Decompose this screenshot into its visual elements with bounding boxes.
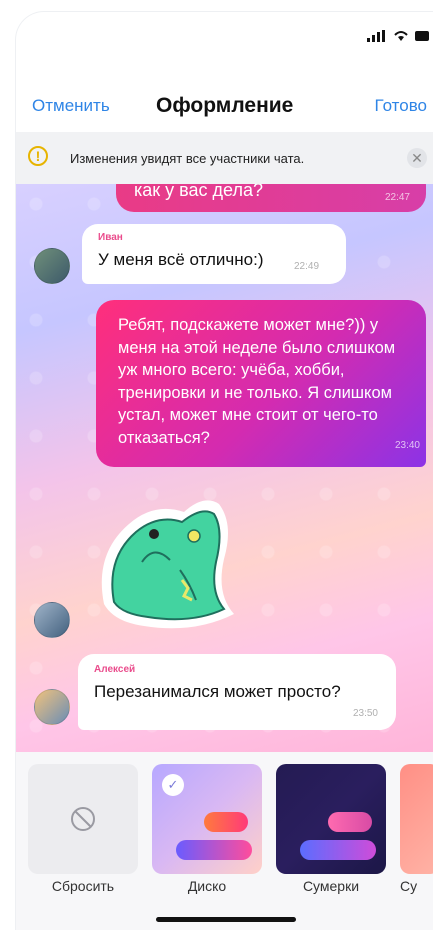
message-bubble-outgoing: Ребят, подскажете может мне?)) у меня на…: [96, 300, 426, 467]
message-bubble-incoming: Иван У меня всё отлично:) 22:49: [82, 224, 346, 284]
message-time: 23:40: [394, 440, 420, 451]
message-text: Перезанимался может просто?: [94, 682, 341, 701]
theme-label-next: Су: [400, 878, 418, 894]
prohibited-icon: [71, 807, 95, 831]
message-time: 23:50: [352, 708, 378, 719]
chat-preview: как у вас дела? 22:47 Иван У меня всё от…: [16, 184, 433, 752]
avatar: [34, 602, 70, 638]
message-bubble-incoming: Алексей Перезанимался может просто? 23:5…: [78, 654, 396, 730]
phone-screen: Отменить Оформление Готово ! Изменения у…: [16, 12, 433, 930]
theme-picker: Сбросить ✓ Диско Сумерки Су: [16, 752, 433, 930]
theme-next[interactable]: [400, 764, 433, 874]
theme-dusk[interactable]: [276, 764, 386, 874]
info-banner: ! Изменения увидят все участники чата. ✕: [16, 132, 433, 184]
message-bubble-outgoing: как у вас дела? 22:47: [116, 184, 426, 212]
status-bar: [16, 12, 433, 62]
message-time: 22:47: [384, 192, 410, 203]
status-icons: [367, 30, 429, 42]
warning-icon: !: [28, 146, 48, 166]
avatar: [34, 689, 70, 725]
navigation-bar: Отменить Оформление Готово: [16, 82, 433, 130]
cancel-button[interactable]: Отменить: [32, 96, 110, 116]
message-author: Иван: [98, 232, 123, 243]
theme-reset[interactable]: [28, 764, 138, 874]
message-time: 22:49: [294, 261, 320, 272]
wifi-icon: [394, 31, 408, 41]
theme-disco[interactable]: ✓: [152, 764, 262, 874]
done-button[interactable]: Готово: [375, 96, 428, 116]
message-text: Ребят, подскажете может мне?)) у меня на…: [118, 316, 396, 447]
theme-label-reset: Сбросить: [51, 878, 115, 894]
theme-label-disco: Диско: [187, 878, 227, 894]
theme-label-dusk: Сумерки: [302, 878, 360, 894]
banner-text: Изменения увидят все участники чата.: [70, 150, 305, 166]
check-icon: ✓: [162, 774, 184, 796]
home-indicator: [156, 917, 296, 922]
close-icon[interactable]: ✕: [407, 148, 427, 168]
message-author: Алексей: [94, 664, 136, 675]
page-title: Оформление: [156, 94, 294, 117]
dinosaur-sticker: [101, 500, 235, 629]
message-text: У меня всё отлично:): [98, 250, 264, 269]
avatar: [34, 248, 70, 284]
message-text: как у вас дела?: [134, 184, 263, 200]
battery-icon: [415, 31, 429, 41]
signal-icon: [367, 30, 385, 42]
